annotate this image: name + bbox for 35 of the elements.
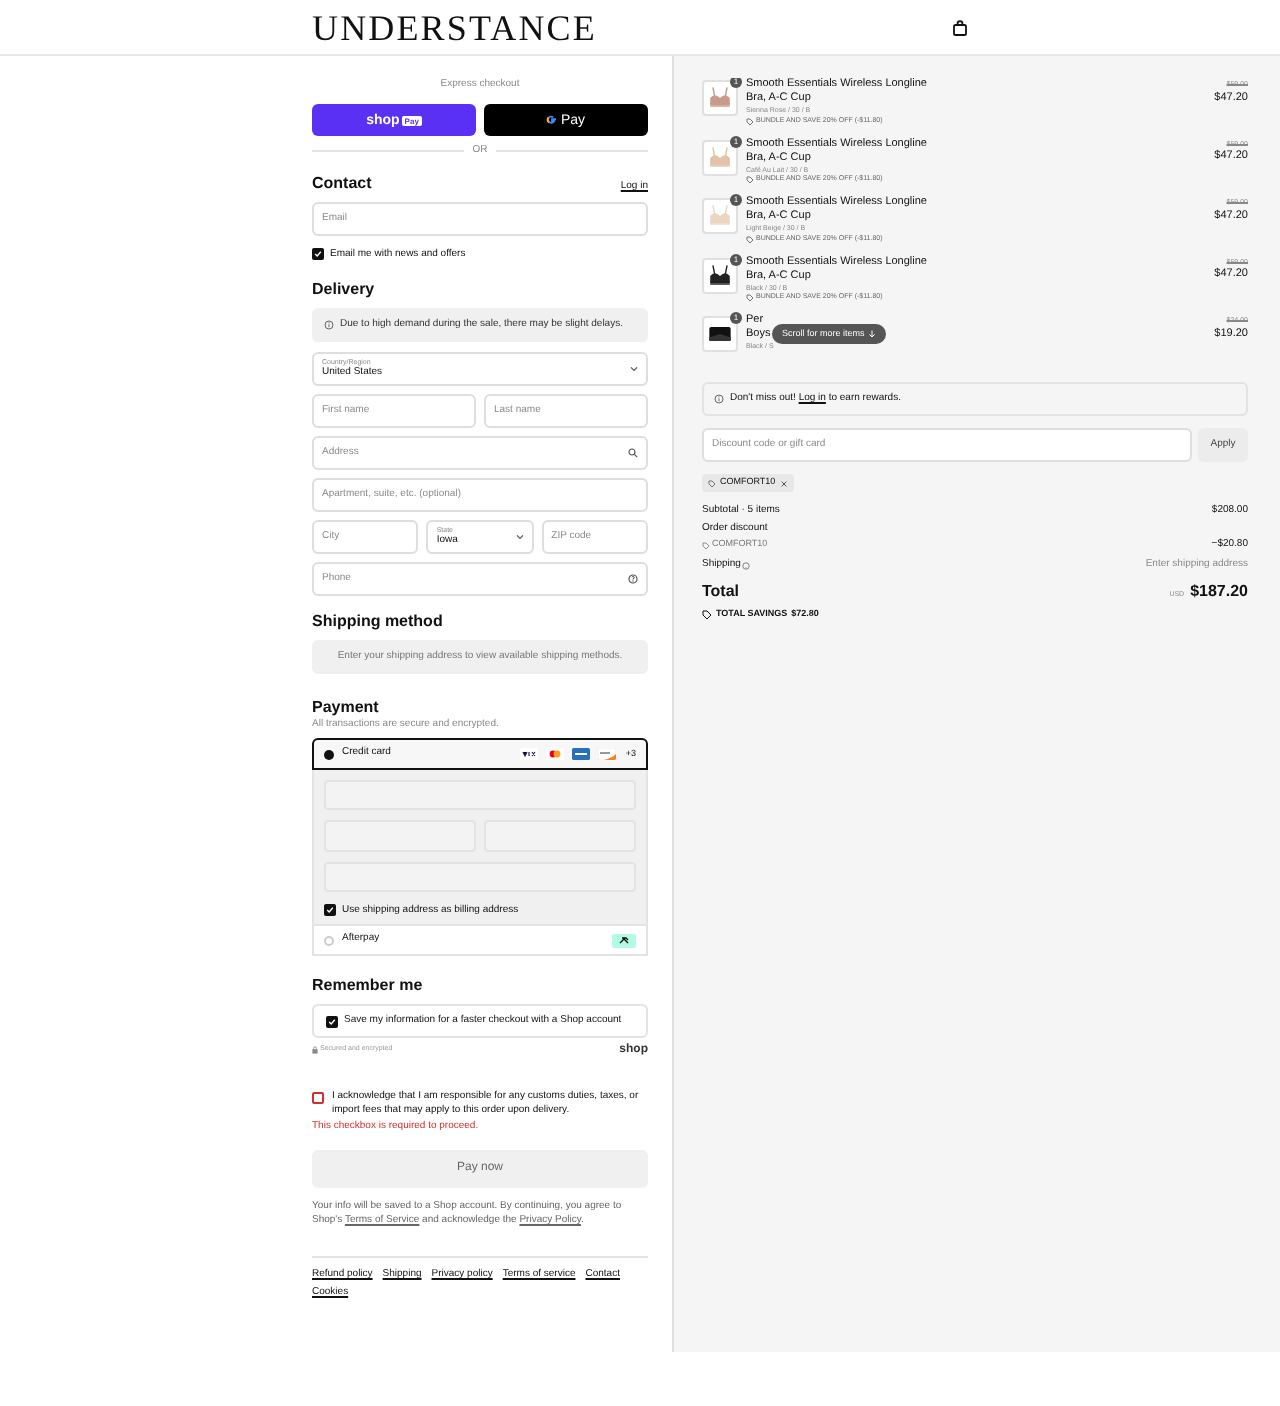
chevron-down-icon	[515, 534, 524, 540]
search-icon	[628, 448, 638, 458]
radio-button[interactable]	[324, 749, 334, 759]
tag-icon	[746, 117, 754, 125]
info-icon	[324, 320, 334, 330]
tag-icon	[746, 176, 754, 184]
info-icon	[714, 394, 724, 404]
lock-icon	[312, 1046, 318, 1054]
tag-icon	[702, 610, 712, 620]
help-icon	[742, 561, 751, 569]
card-brand-icon	[571, 748, 590, 760]
afterpay-logo-icon	[612, 933, 636, 947]
chevron-down-icon	[630, 366, 638, 372]
checkbox[interactable]	[312, 1092, 324, 1104]
close-icon	[779, 479, 788, 487]
tag-icon	[702, 541, 710, 549]
section-heading: Remember me	[312, 978, 425, 994]
section-heading: Delivery	[312, 282, 377, 298]
section-heading: Contact	[312, 176, 372, 192]
radio-button[interactable]	[324, 935, 334, 945]
total-label: Total	[702, 584, 740, 600]
tag-icon	[708, 479, 716, 487]
help-icon	[628, 574, 638, 584]
card-brand-icon	[597, 748, 616, 760]
total-value: $187.20	[1190, 584, 1248, 600]
card-brand-icon	[519, 748, 538, 760]
tag-icon	[746, 235, 754, 243]
section-heading: Shipping method	[312, 614, 445, 630]
brand-logo[interactable]: UNDERSTANCE	[312, 9, 597, 45]
arrow-down-icon	[868, 330, 877, 338]
shopping-bag-icon	[952, 19, 968, 35]
google-logo-icon	[546, 114, 559, 126]
section-heading: Payment	[312, 700, 381, 716]
tag-icon	[746, 294, 754, 302]
card-brand-icon	[545, 748, 564, 760]
